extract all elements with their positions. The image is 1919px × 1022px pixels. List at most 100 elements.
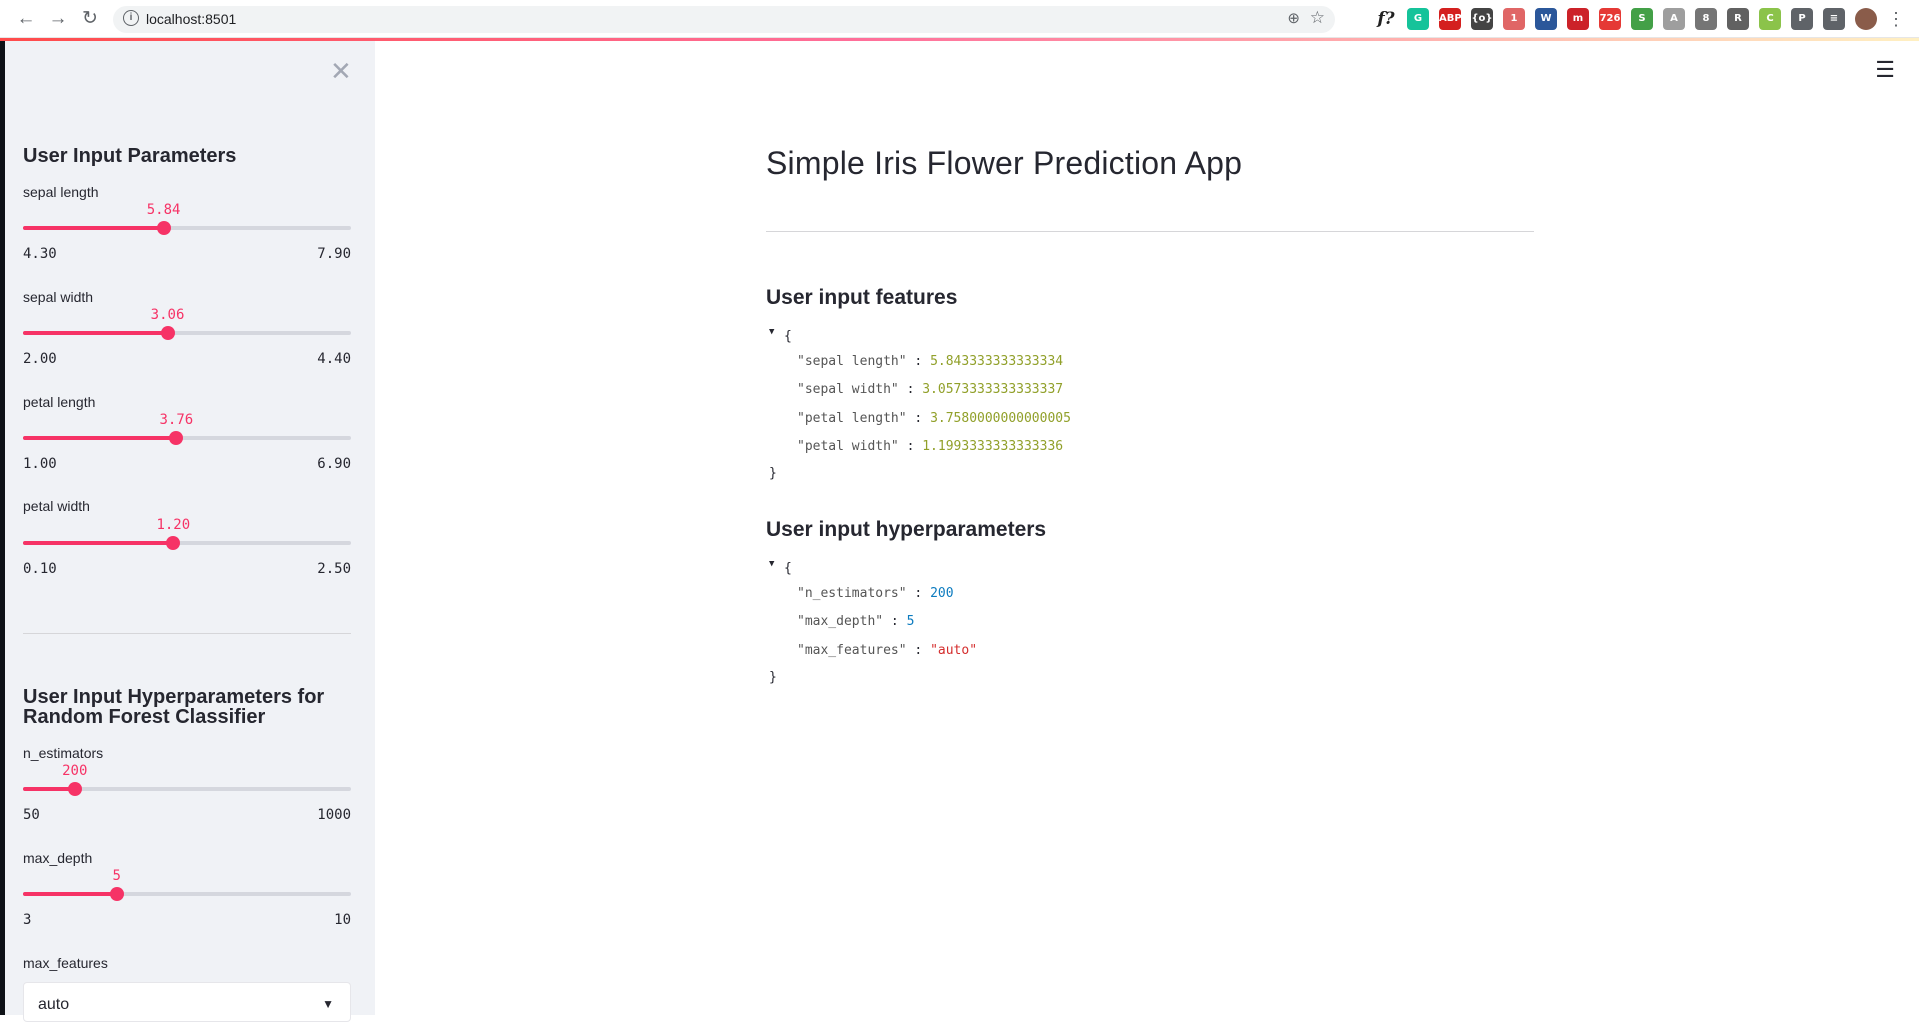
slider-thumb[interactable] xyxy=(166,536,181,550)
slider-value: 1.20 xyxy=(156,517,191,533)
slider-min: 0.10 xyxy=(23,561,57,577)
json-key: "petal width" xyxy=(797,439,899,454)
slider-range-petal-width: 0.10 2.50 xyxy=(23,561,351,577)
json-value: 200 xyxy=(930,586,954,601)
green-circle-icon[interactable]: S xyxy=(1631,8,1653,30)
slider-max: 1000 xyxy=(317,807,351,823)
mailtrack-icon[interactable]: m xyxy=(1567,8,1589,30)
slider-max-depth[interactable]: 5 xyxy=(23,868,351,901)
slider-thumb[interactable] xyxy=(160,326,175,340)
browser-menu-icon[interactable]: ⋮ xyxy=(1887,9,1905,30)
json-viewer-icon[interactable]: {o} xyxy=(1471,8,1493,30)
slider-value: 3.06 xyxy=(150,307,185,323)
sidebar-heading-hyperparameters: User Input Hyperparameters for Random Fo… xyxy=(23,686,325,728)
slider-n-estimators[interactable]: 200 xyxy=(23,763,351,796)
sidebar: ✕ User Input Parameters sepal length 5.8… xyxy=(0,41,375,1022)
json-key: "sepal width" xyxy=(797,382,899,397)
json-row: "sepal length" : 5.843333333333334 xyxy=(797,354,1064,369)
extensions-bar: f? G ABP {o} 1 Wm 726 S A 8 R C P ≡ ⋮ xyxy=(1375,8,1905,30)
json-value: 3.7580000000000005 xyxy=(930,411,1071,426)
address-bar[interactable]: i localhost:8501 ⊕ ☆ xyxy=(113,6,1335,33)
sidebar-divider xyxy=(23,633,351,634)
slider-fill xyxy=(23,541,174,545)
back-icon[interactable]: ← xyxy=(14,7,38,31)
select-value[interactable]: auto xyxy=(38,996,69,1014)
slider-max: 10 xyxy=(334,912,351,928)
slider-label-n-estimators: n_estimators xyxy=(23,745,104,761)
word-icon[interactable]: W xyxy=(1535,8,1557,30)
eight-icon[interactable]: 8 xyxy=(1695,8,1717,30)
json-row: "petal width" : 1.1993333333333336 xyxy=(797,439,1064,454)
slider-range-n-estimators: 50 1000 xyxy=(23,807,351,823)
browser-toolbar: ← → ↻ i localhost:8501 ⊕ ☆ f? G ABP {o} 1 Wm 7… xyxy=(0,0,1919,38)
slider-max: 4.40 xyxy=(317,351,351,367)
slider-range-max-depth: 3 10 xyxy=(23,912,351,928)
slider-min: 2.00 xyxy=(23,351,57,367)
robot-icon[interactable]: R xyxy=(1727,8,1749,30)
slider-label-sepal-length: sepal length xyxy=(23,184,99,200)
json-key: "n_estimators" xyxy=(797,586,907,601)
slider-thumb[interactable] xyxy=(67,782,82,796)
json-key: "sepal length" xyxy=(797,354,907,369)
slider-fill xyxy=(23,436,177,440)
json-key: "petal length" xyxy=(797,411,907,426)
slider-sepal-length[interactable]: 5.84 xyxy=(23,202,351,235)
ext-badge-icon[interactable]: 1 xyxy=(1503,8,1525,30)
url-text[interactable]: localhost:8501 xyxy=(146,11,236,27)
collapse-toggle-icon[interactable]: ▼ xyxy=(769,327,774,337)
playlist-icon[interactable]: ≡ xyxy=(1823,8,1845,30)
adblock-icon[interactable]: ABP xyxy=(1439,8,1462,30)
json-close-brace: } xyxy=(769,466,777,481)
profile-avatar[interactable] xyxy=(1855,8,1877,30)
slider-thumb[interactable] xyxy=(156,221,171,235)
slider-range-sepal-width: 2.00 4.40 xyxy=(23,351,351,367)
json-value: "auto" xyxy=(930,643,978,658)
slider-min: 50 xyxy=(23,807,40,823)
zoom-icon[interactable]: ⊕ xyxy=(1287,9,1300,27)
slider-value: 200 xyxy=(62,763,88,779)
select-label-max-features: max_features xyxy=(23,955,108,971)
slider-min: 3 xyxy=(23,912,32,928)
json-open-brace: { xyxy=(784,329,792,344)
json-key: "max_depth" xyxy=(797,614,884,629)
hyperparameters-heading: User input hyperparameters xyxy=(766,518,1047,541)
reload-icon[interactable]: ↻ xyxy=(78,7,102,31)
translate-icon[interactable]: A xyxy=(1663,8,1685,30)
max-features-select[interactable]: auto ▼ xyxy=(23,982,351,1022)
slider-value: 3.76 xyxy=(159,412,194,428)
slider-label-max-depth: max_depth xyxy=(23,850,93,866)
features-heading: User input features xyxy=(766,286,958,309)
slider-petal-length[interactable]: 3.76 xyxy=(23,412,351,445)
json-value: 1.1993333333333336 xyxy=(922,439,1064,454)
puzzle-icon[interactable]: P xyxy=(1791,8,1813,30)
slider-max: 2.50 xyxy=(317,561,351,577)
json-value: 5.843333333333334 xyxy=(930,354,1064,369)
collapse-toggle-icon[interactable]: ▼ xyxy=(769,559,774,569)
slider-min: 4.30 xyxy=(23,246,57,262)
slider-label-petal-width: petal width xyxy=(23,498,90,514)
forward-icon[interactable]: → xyxy=(46,7,70,31)
slider-sepal-width[interactable]: 3.06 xyxy=(23,307,351,340)
color-icon[interactable]: C xyxy=(1759,8,1781,30)
hamburger-menu-icon[interactable]: ☰ xyxy=(1875,57,1895,83)
site-info-icon[interactable]: i xyxy=(123,10,139,26)
slider-min: 1.00 xyxy=(23,456,57,472)
json-value: 5 xyxy=(906,614,915,629)
slider-value: 5 xyxy=(112,868,121,884)
close-sidebar-icon[interactable]: ✕ xyxy=(330,56,352,87)
counter-icon[interactable]: 726 xyxy=(1599,8,1621,30)
sidebar-heading-parameters: User Input Parameters xyxy=(23,145,237,167)
slider-value: 5.84 xyxy=(146,202,181,218)
font-identifier-icon[interactable]: f? xyxy=(1375,8,1397,30)
json-row: "max_features" : "auto" xyxy=(797,643,978,658)
slider-petal-width[interactable]: 1.20 xyxy=(23,517,351,550)
grammarly-icon[interactable]: G xyxy=(1407,8,1429,30)
slider-thumb[interactable] xyxy=(169,431,184,445)
chevron-down-icon[interactable]: ▼ xyxy=(322,997,334,1011)
slider-label-sepal-width: sepal width xyxy=(23,289,94,305)
json-row: "n_estimators" : 200 xyxy=(797,586,954,601)
main-divider xyxy=(766,231,1534,232)
bookmark-star-icon[interactable]: ☆ xyxy=(1310,8,1325,28)
slider-thumb[interactable] xyxy=(109,887,124,901)
page-title: Simple Iris Flower Prediction App xyxy=(766,145,1243,181)
